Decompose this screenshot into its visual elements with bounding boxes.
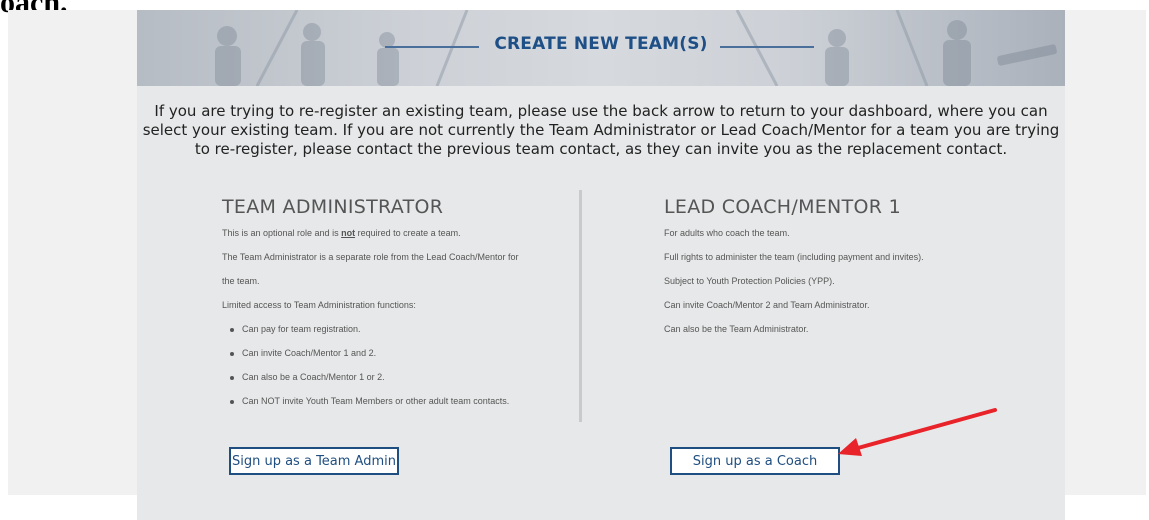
intro-line: select your existing team. If you are no…: [142, 121, 1060, 139]
column-divider: [579, 190, 582, 422]
admin-access-intro: Limited access to Team Administration fu…: [222, 300, 416, 310]
lead-coach-heading: LEAD COACH/MENTOR 1: [664, 196, 901, 218]
list-item: Can NOT invite Youth Team Members or oth…: [222, 394, 572, 418]
sign-up-coach-button[interactable]: Sign up as a Coach: [670, 447, 840, 475]
coach-desc-line: Can also be the Team Administrator.: [664, 324, 809, 334]
coach-desc-line: Subject to Youth Protection Policies (YP…: [664, 276, 835, 286]
coach-desc-line: For adults who coach the team.: [664, 228, 790, 238]
coach-desc-line: Full rights to administer the team (incl…: [664, 252, 924, 262]
intro-line: If you are trying to re-register an exis…: [154, 102, 1048, 120]
sign-up-team-admin-button[interactable]: Sign up as a Team Admin: [229, 447, 399, 475]
admin-desc-line: The Team Administrator is a separate rol…: [222, 252, 519, 262]
list-item: Can invite Coach/Mentor 1 and 2.: [222, 346, 572, 370]
banner: CREATE NEW TEAM(S): [137, 10, 1065, 86]
create-team-panel: CREATE NEW TEAM(S) If you are trying to …: [137, 10, 1065, 520]
admin-optional-suffix: required to create a team.: [355, 228, 461, 238]
admin-optional-emphasis: not: [341, 228, 356, 238]
admin-optional-prefix: This is an optional role and is: [222, 228, 342, 238]
team-admin-column: TEAM ADMINISTRATOR This is an optional r…: [222, 196, 572, 418]
intro-line: to re-register, please contact the previ…: [194, 140, 1008, 158]
coach-desc-line: Can invite Coach/Mentor 2 and Team Admin…: [664, 300, 870, 310]
page-title: CREATE NEW TEAM(S): [494, 34, 708, 54]
admin-desc-line: the team.: [222, 276, 260, 286]
admin-optional-note: This is an optional role and is not requ…: [222, 226, 572, 250]
list-item: Can also be a Coach/Mentor 1 or 2.: [222, 370, 572, 394]
team-admin-heading: TEAM ADMINISTRATOR: [222, 196, 444, 218]
intro-text: If you are trying to re-register an exis…: [137, 102, 1065, 159]
lead-coach-column: LEAD COACH/MENTOR 1 For adults who coach…: [664, 196, 1024, 346]
admin-permissions-list: Can pay for team registration. Can invit…: [222, 322, 572, 418]
list-item: Can pay for team registration.: [222, 322, 572, 346]
